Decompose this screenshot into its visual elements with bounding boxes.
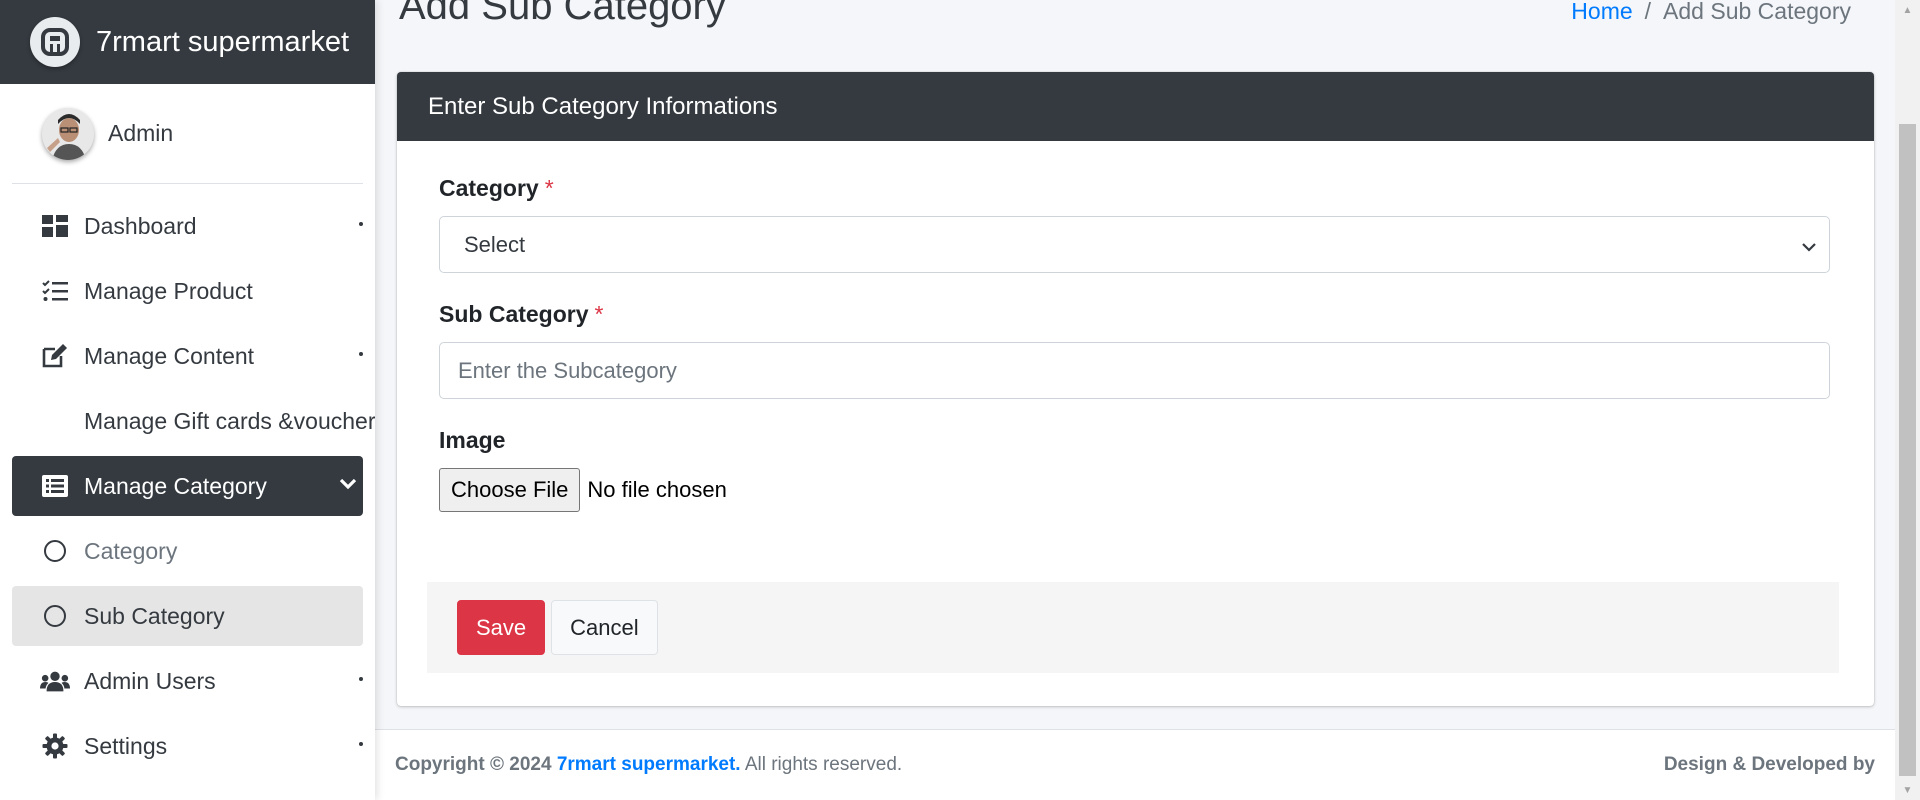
list-alt-icon xyxy=(40,471,70,501)
scroll-up-arrow-icon[interactable]: ▲ xyxy=(1895,0,1920,20)
sidebar-item-label: Manage Gift cards &voucher xyxy=(84,407,375,434)
sidebar: 7rmart supermarket Admin Dashboard Manag… xyxy=(0,0,375,800)
breadcrumb: Home / Add Sub Category xyxy=(1571,0,1851,25)
category-selected-value: Select xyxy=(464,231,526,257)
sidebar-item-manage-product[interactable]: Manage Product xyxy=(12,261,363,321)
category-label-text: Category xyxy=(439,175,539,201)
copyright: Copyright © 2024 7rmart supermarket. All… xyxy=(395,754,902,776)
list-check-icon xyxy=(40,276,70,306)
sidebar-item-label: Dashboard xyxy=(84,212,197,239)
card-footer: Save Cancel xyxy=(427,582,1839,673)
user-name: Admin xyxy=(108,120,174,146)
file-input: Choose File No file chosen xyxy=(439,468,1832,512)
page-footer: Copyright © 2024 7rmart supermarket. All… xyxy=(375,729,1895,800)
circle-icon xyxy=(40,601,70,631)
chevron-left-icon xyxy=(359,352,363,356)
edit-icon xyxy=(40,341,70,371)
users-icon xyxy=(40,666,70,696)
required-mark: * xyxy=(594,301,604,327)
category-select[interactable]: Select xyxy=(439,216,1830,273)
image-group: Image Choose File No file chosen xyxy=(439,427,1832,512)
brand-logo-icon xyxy=(30,17,80,67)
sidebar-item-admin-users[interactable]: Admin Users xyxy=(12,651,363,711)
card-body: Category* Select Sub Category* Image xyxy=(397,141,1874,512)
sidebar-item-category[interactable]: Category xyxy=(12,521,363,581)
page-title: Add Sub Category xyxy=(399,0,726,28)
sidebar-item-manage-category[interactable]: Manage Category xyxy=(12,456,363,516)
image-label: Image xyxy=(439,427,506,453)
sidebar-nav: Dashboard Manage Product Manage Content … xyxy=(0,184,375,776)
sidebar-item-dashboard[interactable]: Dashboard xyxy=(12,196,363,256)
subcategory-label-text: Sub Category xyxy=(439,301,589,327)
breadcrumb-current: Add Sub Category xyxy=(1663,0,1851,24)
chevron-left-icon xyxy=(359,677,363,681)
file-status: No file chosen xyxy=(587,477,727,502)
sidebar-item-label: Manage Category xyxy=(84,472,267,499)
copyright-text: Copyright © 2024 xyxy=(395,754,552,775)
scroll-thumb[interactable] xyxy=(1899,124,1916,776)
sidebar-item-label: Manage Product xyxy=(84,277,253,304)
avatar xyxy=(42,107,94,160)
save-button[interactable]: Save xyxy=(457,600,546,655)
dashboard-icon xyxy=(40,211,70,241)
footer-credit: Design & Developed by xyxy=(1663,754,1875,775)
chevron-left-icon xyxy=(359,222,363,226)
sidebar-item-label: Category xyxy=(84,537,178,564)
subcategory-group: Sub Category * xyxy=(439,301,1832,399)
main-content: Add Sub Category Home / Add Sub Category… xyxy=(375,0,1895,800)
subcategory-form-card: Enter Sub Category Informations Category… xyxy=(397,72,1874,706)
subcategory-input[interactable] xyxy=(439,342,1830,399)
required-mark: * xyxy=(544,175,554,201)
vertical-scrollbar[interactable]: ▲ ▼ xyxy=(1895,0,1920,800)
brand-link[interactable]: 7rmart supermarket xyxy=(0,0,375,84)
category-group: Category * Select xyxy=(439,175,1832,273)
card-title: Enter Sub Category Informations xyxy=(428,92,778,120)
subcategory-label: Sub Category * xyxy=(439,301,1832,328)
chevron-down-icon xyxy=(339,477,357,495)
gear-icon xyxy=(40,731,70,761)
breadcrumb-separator: / xyxy=(1644,0,1652,24)
rights-text: All rights reserved. xyxy=(744,754,903,775)
sidebar-item-label: Settings xyxy=(84,732,168,759)
chevron-left-icon xyxy=(359,742,363,746)
breadcrumb-home-link[interactable]: Home xyxy=(1571,0,1632,25)
category-label: Category * xyxy=(439,175,1832,202)
sidebar-item-settings[interactable]: Settings xyxy=(12,716,363,776)
cancel-button[interactable]: Cancel xyxy=(551,600,658,655)
sidebar-item-gift-cards[interactable]: Manage Gift cards &voucher xyxy=(12,391,375,451)
chevron-down-icon xyxy=(1801,232,1817,258)
user-panel[interactable]: Admin xyxy=(12,84,363,184)
footer-brand-link[interactable]: 7rmart supermarket. xyxy=(557,754,741,775)
scroll-down-arrow-icon[interactable]: ▼ xyxy=(1895,780,1920,800)
sidebar-item-label: Admin Users xyxy=(84,667,216,694)
sidebar-item-label: Sub Category xyxy=(84,602,225,629)
brand-title: 7rmart supermarket xyxy=(96,25,350,58)
choose-file-button[interactable]: Choose File xyxy=(439,468,581,512)
sidebar-item-sub-category[interactable]: Sub Category xyxy=(12,586,363,646)
sidebar-item-manage-content[interactable]: Manage Content xyxy=(12,326,363,386)
card-header: Enter Sub Category Informations xyxy=(397,72,1874,141)
circle-icon xyxy=(40,536,70,566)
sidebar-item-label: Manage Content xyxy=(84,342,255,369)
